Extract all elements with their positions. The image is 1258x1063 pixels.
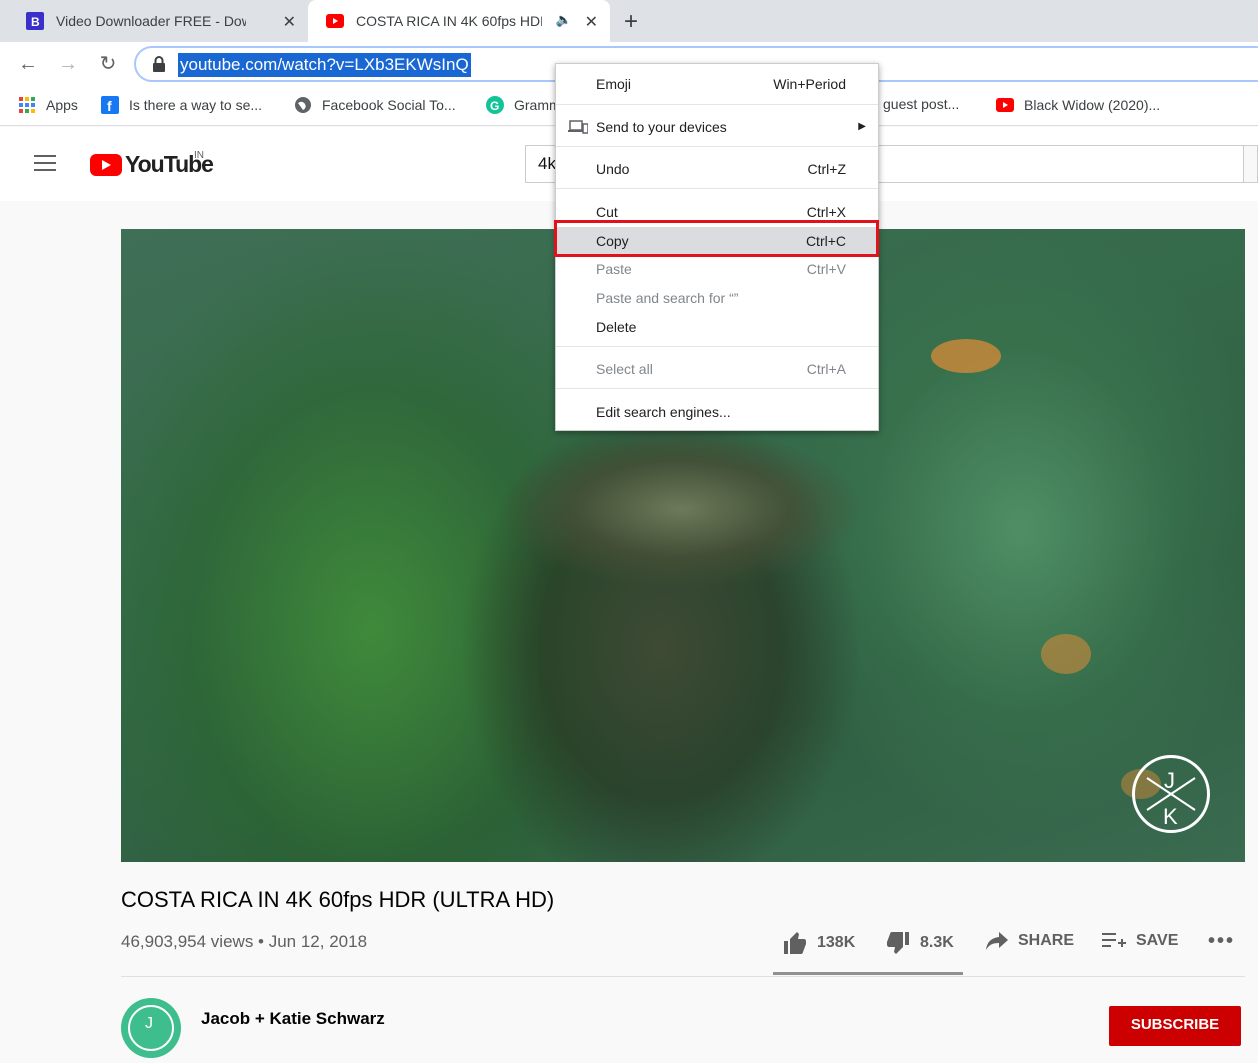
svg-text:J: J [145,1015,153,1032]
submenu-arrow-icon: ▶ [858,121,866,132]
menu-item-label: Undo [596,161,630,177]
svg-text:B: B [31,15,40,29]
menu-item-label: Edit search engines... [596,404,731,420]
menu-item-edit-search-engines[interactable]: Edit search engines... [556,398,878,426]
country-code: IN [194,150,204,161]
menu-item-paste-and-search[interactable]: Paste and search for “” [556,284,878,312]
menu-item-emoji[interactable]: Emoji Win+Period [556,70,878,98]
svg-text:G: G [490,99,499,113]
like-button[interactable]: 138K [783,932,855,954]
tab-costa-rica[interactable]: COSTA RICA IN 4K 60fps HDR 🔈 ✕ [308,0,610,42]
bookmark-label: Gramm [514,97,561,113]
menu-item-label: Paste and search for “” [596,290,739,306]
more-actions-icon[interactable]: ••• [1208,930,1235,953]
back-icon[interactable]: ← [14,50,42,78]
menu-item-select-all[interactable]: Select all Ctrl+A [556,355,878,383]
bookmark-label: guest post... [883,96,960,112]
b-icon: B [26,12,44,30]
bookmark-label: Facebook Social To... [322,97,456,113]
tab-title: Video Downloader FREE - Downlo [56,13,246,29]
menu-separator [556,388,878,389]
grammarly-icon: G [486,96,504,114]
menu-item-label: Select all [596,361,653,377]
save-label: SAVE [1136,932,1179,949]
tab-strip: B Video Downloader FREE - Downlo ✕ COSTA… [0,0,1258,42]
dislike-button[interactable]: 8.3K [886,932,954,954]
youtube-icon [996,96,1014,114]
menu-item-label: Send to your devices [596,119,727,135]
fish [1041,634,1091,674]
menu-item-shortcut: Ctrl+V [806,261,846,277]
globe-icon [294,96,312,114]
tab-title: COSTA RICA IN 4K 60fps HDR [356,13,542,29]
menu-item-shortcut: Ctrl+A [806,361,846,377]
menu-item-undo[interactable]: Undo Ctrl+Z [556,155,878,183]
divider [121,976,1245,977]
menu-item-shortcut: Win+Period [773,76,846,92]
menu-item-paste[interactable]: Paste Ctrl+V [556,255,878,283]
apps-grid-icon [18,96,36,114]
channel-avatar[interactable]: J [121,998,181,1058]
like-ratio-fill [773,972,952,975]
video-title: COSTA RICA IN 4K 60fps HDR (ULTRA HD) [121,887,555,912]
subscribe-button[interactable]: SUBSCRIBE [1109,1006,1241,1046]
lock-icon [153,56,165,72]
devices-icon [568,120,588,134]
channel-name[interactable]: Jacob + Katie Schwarz [201,1009,385,1029]
menu-separator [556,146,878,147]
speaker-icon[interactable]: 🔈 [556,12,572,28]
dislike-count: 8.3K [920,934,954,951]
youtube-icon [326,12,344,30]
jk-watermark-logo: J K [1132,755,1210,833]
thumbs-up-icon [784,932,806,954]
facebook-icon: f [101,96,119,114]
bookmark-apps[interactable]: Apps [18,96,78,114]
bookmark-black-widow[interactable]: Black Widow (2020)... [996,96,1160,114]
menu-item-label: Cut [596,204,618,220]
menu-item-send-to-devices[interactable]: Send to your devices ▶ [556,113,878,141]
menu-item-label: Paste [596,261,632,277]
bookmark-facebook-social[interactable]: Facebook Social To... [294,96,456,114]
bookmark-grammarly[interactable]: G Gramm [486,96,561,114]
close-tab-icon[interactable]: ✕ [283,12,296,32]
url-text[interactable]: youtube.com/watch?v=LXb3EKWsInQ [178,53,471,77]
like-count: 138K [817,934,856,951]
copy-highlight-box [554,220,879,257]
save-button[interactable]: SAVE [1102,932,1178,950]
svg-text:f: f [107,98,112,114]
bookmark-label: Black Widow (2020)... [1024,97,1161,113]
menu-item-shortcut: Ctrl+Z [807,161,847,177]
playlist-add-icon [1102,933,1126,947]
menu-item-label: Delete [596,319,637,335]
share-label: SHARE [1018,932,1075,949]
share-button[interactable]: SHARE [986,932,1074,950]
menu-separator [556,188,878,189]
bookmark-label: Apps [46,97,78,113]
fish [931,339,1001,373]
bookmark-label: Is there a way to se... [129,97,263,113]
like-ratio-bar [773,972,963,975]
video-views-date: 46,903,954 views • Jun 12, 2018 [121,932,368,951]
menu-separator [556,104,878,105]
search-button[interactable] [1243,145,1258,183]
menu-item-delete[interactable]: Delete [556,313,878,341]
bookmark-facebook-question[interactable]: f Is there a way to se... [101,96,262,114]
new-tab-icon[interactable]: + [624,8,638,36]
youtube-play-icon [90,153,122,176]
forward-icon[interactable]: → [54,50,82,78]
close-tab-icon[interactable]: ✕ [585,12,598,32]
svg-text:K: K [1163,804,1178,829]
tab-video-downloader[interactable]: B Video Downloader FREE - Downlo ✕ [0,0,308,42]
menu-separator [556,346,878,347]
reload-icon[interactable]: ↻ [94,50,122,78]
menu-icon[interactable] [34,155,56,171]
thumbs-down-icon [887,932,909,954]
share-icon [986,932,1008,950]
bookmark-guest-post[interactable]: guest post... [883,96,959,112]
menu-item-label: Emoji [596,76,632,92]
